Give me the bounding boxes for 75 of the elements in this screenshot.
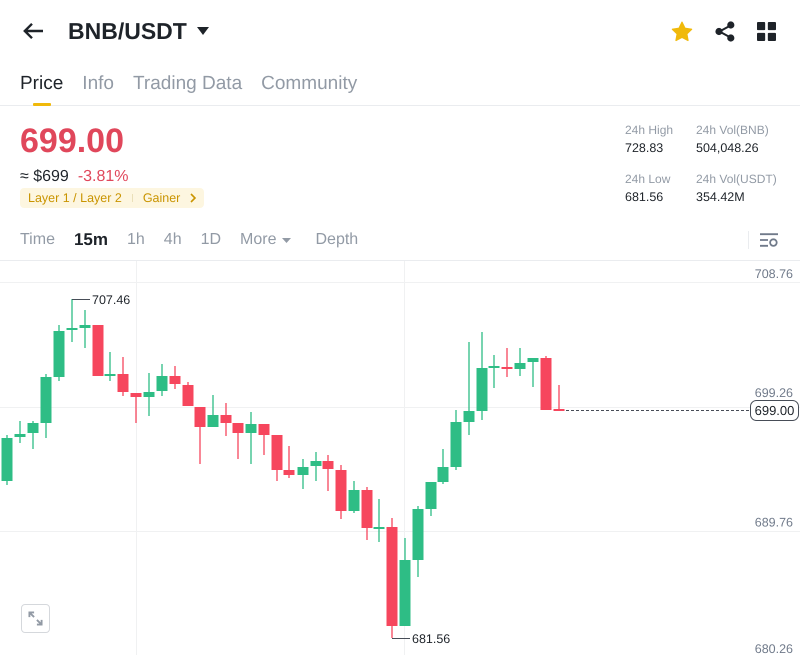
stat-label: 24h Vol(BNB) [696, 122, 770, 139]
bullish-candle [246, 412, 256, 464]
chart-tab[interactable]: Time [20, 228, 55, 252]
bearish-candle [170, 366, 180, 389]
bearish-candle [502, 348, 512, 377]
bullish-candle [144, 373, 154, 416]
section-tab[interactable]: Community [261, 62, 358, 105]
bullish-candle [14, 421, 26, 443]
chart-tab[interactable]: 15m [74, 228, 108, 252]
price-axis-label: 689.76 [754, 516, 793, 530]
fiat-price: ≈ $699 [20, 167, 69, 187]
last-price-tag: 699.00 [750, 400, 799, 421]
bearish-candle [220, 403, 232, 436]
chart-tab[interactable]: 1D [200, 228, 222, 252]
price-axis-label: 680.26 [754, 642, 793, 655]
bullish-candle [28, 421, 38, 449]
bullish-candle [54, 325, 64, 381]
section-tab[interactable]: Trading Data [133, 62, 242, 105]
stat-value: 728.83 [625, 140, 664, 157]
chart-tab[interactable]: Depth [316, 228, 358, 252]
pair-selector[interactable]: BNB/USDT [68, 17, 209, 45]
section-tab[interactable]: Price [20, 62, 64, 105]
price-change: -3.81% [78, 167, 129, 187]
price-axis-label: 699.26 [754, 386, 793, 400]
bullish-candle [208, 395, 218, 427]
grid-icon[interactable] [757, 22, 776, 40]
category-link[interactable]: Gainer [142, 188, 180, 208]
fullscreen-button[interactable] [21, 604, 50, 633]
bullish-candle [374, 499, 384, 542]
bearish-candle [362, 487, 372, 540]
bearish-candle [118, 357, 128, 396]
last-price: 699.00 [20, 121, 124, 161]
bullish-candle [426, 482, 436, 516]
chart-settings-icon[interactable] [760, 233, 778, 247]
caret-down-icon [196, 27, 209, 35]
caret-down-icon [282, 238, 290, 242]
price-axis-label: 708.76 [754, 267, 793, 281]
bullish-candle [450, 410, 462, 470]
stat-label: 24h Vol(USDT) [696, 171, 778, 188]
bullish-candle [66, 299, 78, 342]
bullish-candle [310, 452, 322, 481]
stat-label: 24h Low [625, 171, 672, 188]
chart-tab[interactable]: 1h [127, 228, 145, 252]
bullish-candle [2, 435, 12, 485]
bullish-candle [528, 358, 538, 387]
bullish-candle [298, 459, 308, 489]
bullish-candle [438, 449, 448, 484]
bearish-candle [322, 455, 334, 491]
bullish-candle [156, 364, 168, 396]
bullish-candle [40, 374, 52, 438]
bullish-candle [104, 352, 116, 381]
category-link[interactable]: Layer 1 / Layer 2 [28, 188, 122, 208]
stat-value: 354.42M [696, 189, 746, 206]
chevron-right-icon[interactable] [190, 193, 196, 203]
stat-value: 504,048.26 [696, 140, 760, 157]
expand-icon [28, 611, 43, 626]
stat-value: 681.56 [625, 189, 664, 206]
bullish-candle [80, 310, 90, 348]
bearish-candle [232, 423, 244, 459]
back-arrow-icon[interactable] [22, 22, 44, 40]
stat-label: 24h High [625, 122, 674, 139]
chart-tab[interactable]: 4h [164, 228, 182, 252]
bearish-candle [130, 393, 142, 423]
bullish-candle [514, 348, 526, 376]
bearish-candle [540, 356, 552, 410]
share-icon[interactable] [715, 20, 735, 42]
bearish-candle [258, 424, 270, 455]
bearish-candle [92, 325, 104, 376]
bearish-candle [554, 385, 564, 411]
bearish-candle [336, 465, 346, 519]
bullish-candle [348, 481, 360, 513]
chart-dropdown[interactable]: More [240, 228, 290, 252]
star-icon[interactable] [671, 20, 693, 42]
section-tab[interactable]: Info [82, 62, 114, 105]
bullish-candle [412, 506, 424, 577]
